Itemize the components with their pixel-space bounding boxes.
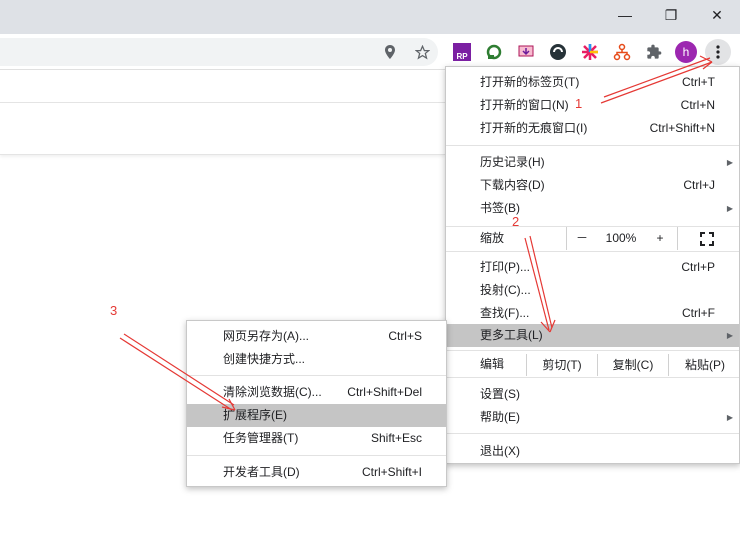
menu-label: 清除浏览数据(C)... (223, 385, 322, 399)
submenu-dev-tools[interactable]: 开发者工具(D) Ctrl+Shift+I (187, 461, 446, 484)
menu-edit-row: 编辑 剪切(T) 复制(C) 粘贴(P) (446, 353, 739, 377)
zoom-out-button[interactable]: － (567, 227, 597, 250)
zoom-level: 100% (605, 231, 637, 245)
more-tools-submenu: 网页另存为(A)... Ctrl+S 创建快捷方式... 清除浏览数据(C)..… (186, 320, 447, 487)
annotation-step-3: 3 (110, 303, 118, 318)
menu-new-tab[interactable]: 打开新的标签页(T) Ctrl+T (446, 71, 739, 94)
menu-label: 查找(F)... (480, 306, 530, 320)
copy-button[interactable]: 复制(C) (597, 354, 668, 376)
menu-shortcut: Ctrl+Shift+Del (347, 385, 422, 399)
menu-label: 投射(C)... (480, 283, 531, 297)
menu-label: 设置(S) (480, 387, 520, 401)
menu-shortcut: Ctrl+F (682, 306, 715, 320)
restore-button[interactable]: ❐ (648, 0, 694, 30)
browser-toolbar: RP h (0, 34, 740, 70)
annotation-step-2: 2 (512, 214, 520, 229)
menu-shortcut: Ctrl+P (681, 260, 715, 274)
menu-divider (187, 455, 446, 456)
menu-shortcut: Ctrl+N (680, 98, 715, 112)
menu-label: 下载内容(D) (480, 178, 545, 192)
minimize-button[interactable]: — (602, 0, 648, 30)
menu-new-window[interactable]: 打开新的窗口(N) Ctrl+N (446, 94, 739, 117)
profile-avatar[interactable]: h (673, 39, 699, 65)
menu-settings[interactable]: 设置(S) (446, 383, 739, 406)
menu-bookmarks[interactable]: 书签(B) ▶ (446, 197, 739, 220)
cut-button[interactable]: 剪切(T) (526, 354, 597, 376)
title-bar: — ❐ ✕ (0, 0, 740, 34)
menu-history[interactable]: 历史记录(H) ▶ (446, 151, 739, 174)
menu-label: 扩展程序(E) (223, 408, 287, 422)
menu-label: 网页另存为(A)... (223, 329, 309, 343)
submenu-task-manager[interactable]: 任务管理器(T) Shift+Esc (187, 427, 446, 450)
submenu-arrow-icon: ▶ (726, 413, 733, 422)
menu-label: 任务管理器(T) (223, 431, 299, 445)
menu-shortcut: Ctrl+J (683, 178, 715, 192)
menu-shortcut: Ctrl+Shift+N (649, 121, 715, 135)
annotation-step-1: 1 (575, 96, 583, 111)
submenu-save-as[interactable]: 网页另存为(A)... Ctrl+S (187, 325, 446, 348)
edit-label: 编辑 (480, 357, 505, 371)
menu-label: 更多工具(L) (480, 328, 543, 342)
menu-shortcut: Shift+Esc (370, 431, 422, 445)
menu-more-tools[interactable]: 更多工具(L) ▶ (446, 324, 739, 347)
menu-divider (187, 375, 446, 376)
extension-download-icon[interactable] (513, 39, 539, 65)
menu-label: 打开新的标签页(T) (480, 75, 580, 89)
menu-shortcut: Ctrl+S (388, 329, 422, 343)
chrome-main-menu: 打开新的标签页(T) Ctrl+T 打开新的窗口(N) Ctrl+N 打开新的无… (445, 66, 740, 464)
menu-label: 创建快捷方式... (223, 352, 306, 366)
close-button[interactable]: ✕ (694, 0, 740, 30)
extension-leaf-icon[interactable] (481, 39, 507, 65)
menu-label: 开发者工具(D) (223, 465, 300, 479)
menu-divider (446, 377, 739, 378)
bookmark-star-icon[interactable] (409, 39, 435, 65)
menu-shortcut: Ctrl+Shift+I (361, 465, 422, 479)
submenu-arrow-icon: ▶ (726, 204, 733, 213)
submenu-arrow-icon: ▶ (726, 331, 733, 340)
zoom-controls: － 100% + (566, 227, 678, 250)
submenu-arrow-icon: ▶ (726, 158, 733, 167)
extensions-puzzle-icon[interactable] (641, 39, 667, 65)
menu-label: 打印(P)... (480, 260, 530, 274)
menu-cast[interactable]: 投射(C)... (446, 279, 739, 302)
menu-label: 打开新的无痕窗口(I) (480, 121, 588, 135)
paste-button[interactable]: 粘贴(P) (668, 354, 740, 376)
menu-incognito[interactable]: 打开新的无痕窗口(I) Ctrl+Shift+N (446, 117, 739, 140)
submenu-clear-data[interactable]: 清除浏览数据(C)... Ctrl+Shift+Del (187, 381, 446, 404)
address-bar[interactable] (0, 38, 438, 66)
menu-shortcut: Ctrl+T (682, 75, 715, 89)
submenu-create-shortcut[interactable]: 创建快捷方式... (187, 348, 446, 371)
menu-print[interactable]: 打印(P)... Ctrl+P (446, 256, 739, 279)
submenu-extensions[interactable]: 扩展程序(E) (187, 404, 446, 427)
bookmarks-bar (0, 71, 445, 103)
menu-divider (446, 145, 739, 146)
zoom-in-button[interactable]: + (645, 227, 675, 250)
menu-divider (446, 433, 739, 434)
menu-exit[interactable]: 退出(X) (446, 440, 739, 463)
page-header-area (0, 103, 445, 155)
menu-downloads[interactable]: 下载内容(D) Ctrl+J (446, 174, 739, 197)
menu-find[interactable]: 查找(F)... Ctrl+F (446, 302, 739, 325)
zoom-label: 缩放 (480, 231, 505, 245)
menu-zoom-row: 缩放 － 100% + (446, 227, 739, 250)
menu-label: 打开新的窗口(N) (480, 98, 569, 112)
menu-divider (446, 251, 739, 252)
menu-label: 退出(X) (480, 444, 520, 458)
avatar: h (675, 41, 697, 63)
extension-rp-icon[interactable]: RP (449, 39, 475, 65)
extension-pinwheel-icon[interactable] (577, 39, 603, 65)
menu-kebab-icon[interactable] (705, 39, 731, 65)
menu-label: 帮助(E) (480, 410, 520, 424)
rp-badge: RP (453, 43, 471, 61)
location-pin-icon[interactable] (377, 39, 403, 65)
menu-help[interactable]: 帮助(E) ▶ (446, 406, 739, 429)
menu-label: 历史记录(H) (480, 155, 545, 169)
extension-sitemap-icon[interactable] (609, 39, 635, 65)
menu-divider (446, 350, 739, 351)
extension-circle-icon[interactable] (545, 39, 571, 65)
